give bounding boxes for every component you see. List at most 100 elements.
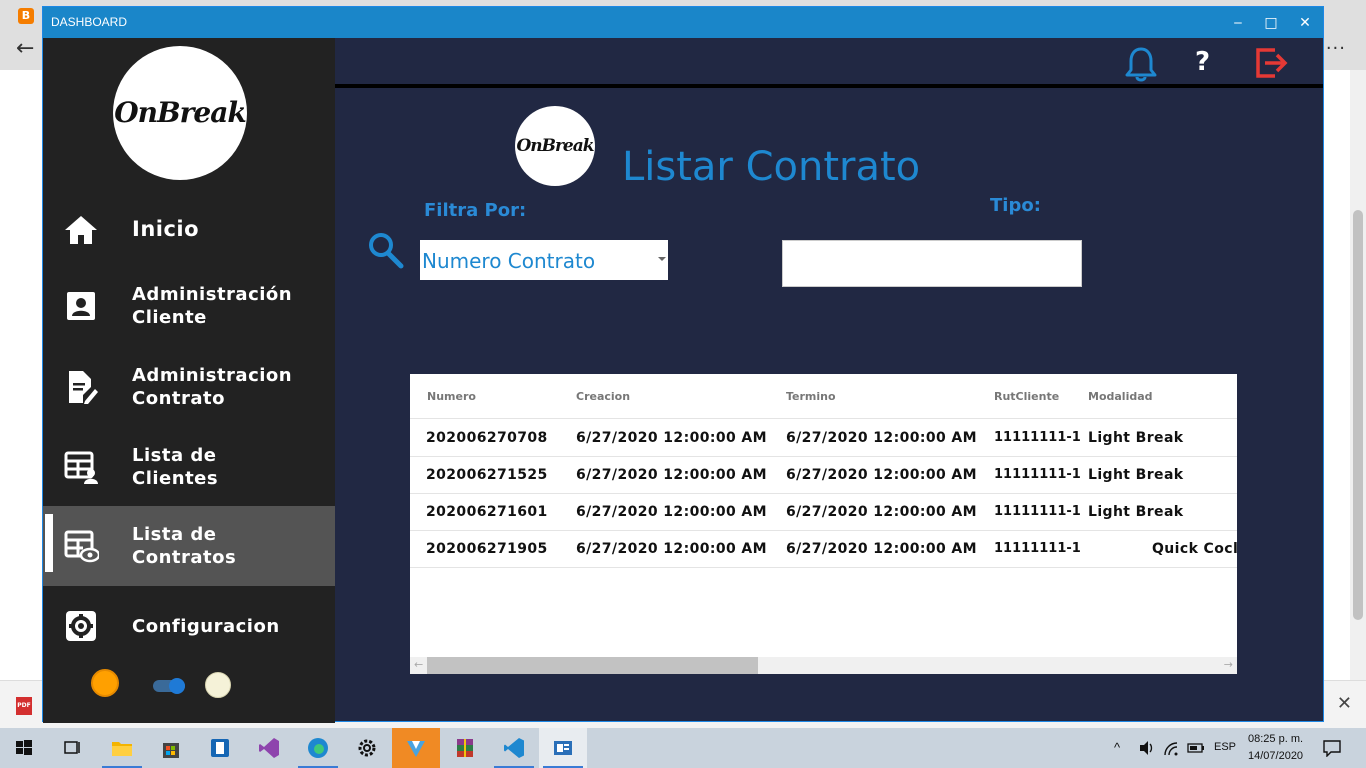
taskbar-app-blue[interactable] bbox=[196, 728, 244, 768]
scroll-right-icon[interactable]: → bbox=[1224, 658, 1233, 671]
horizontal-scrollbar-thumb[interactable] bbox=[427, 657, 758, 674]
cell-numero: 202006270708 bbox=[426, 430, 548, 446]
gear-icon bbox=[66, 611, 96, 641]
cell-rutcliente: 11111111-1 bbox=[994, 430, 1081, 445]
browser-scrollbar-thumb[interactable] bbox=[1353, 210, 1363, 620]
table-row[interactable]: 202006271905 6/27/2020 12:00:00 AM 6/27/… bbox=[410, 531, 1237, 568]
table-user-icon bbox=[64, 451, 98, 484]
scroll-left-icon[interactable]: ← bbox=[414, 658, 423, 671]
help-button[interactable]: ? bbox=[1195, 47, 1210, 77]
cell-rutcliente: 11111111-1 bbox=[994, 541, 1081, 556]
taskbar-dashboard-app[interactable] bbox=[539, 728, 587, 768]
taskbar-settings[interactable] bbox=[343, 728, 391, 768]
sidebar-item-administracion-cliente[interactable]: Administración Cliente bbox=[43, 266, 335, 346]
column-header-rutcliente[interactable]: RutCliente bbox=[994, 390, 1059, 403]
type-input[interactable] bbox=[782, 240, 1082, 287]
close-icon[interactable]: ✕ bbox=[1337, 693, 1352, 714]
app-window-icon bbox=[211, 739, 229, 757]
taskbar-vpn-app[interactable] bbox=[392, 728, 440, 768]
sidebar-item-lista-contratos[interactable]: Lista de Contratos bbox=[43, 506, 335, 586]
sidebar-item-label: Administración Cliente bbox=[132, 284, 293, 328]
cell-termino: 6/27/2020 12:00:00 AM bbox=[786, 467, 977, 483]
sidebar-item-configuracion[interactable]: Configuracion bbox=[43, 588, 335, 668]
cell-numero: 202006271905 bbox=[426, 541, 548, 557]
taskbar-file-explorer[interactable] bbox=[98, 728, 146, 768]
cell-rutcliente: 11111111-1 bbox=[994, 504, 1081, 519]
more-options-icon[interactable]: ··· bbox=[1326, 38, 1346, 59]
vpn-icon bbox=[407, 741, 425, 757]
taskbar-visual-studio[interactable] bbox=[245, 728, 293, 768]
onbreak-logo: OnBreak bbox=[113, 46, 247, 180]
active-indicator bbox=[45, 514, 53, 572]
pdf-icon[interactable]: PDF bbox=[16, 697, 32, 715]
close-button[interactable]: ✕ bbox=[1290, 12, 1320, 34]
type-label: Tipo: bbox=[990, 195, 1041, 216]
speaker-icon[interactable] bbox=[1138, 740, 1156, 756]
cell-termino: 6/27/2020 12:00:00 AM bbox=[786, 541, 977, 557]
blogger-icon: B bbox=[18, 8, 34, 24]
taskbar-edge[interactable] bbox=[294, 728, 342, 768]
wifi-icon[interactable] bbox=[1162, 740, 1180, 756]
column-header-modalidad[interactable]: Modalidad bbox=[1088, 390, 1153, 403]
cell-modalidad: Light Break bbox=[1088, 467, 1184, 483]
table-row[interactable]: 202006271525 6/27/2020 12:00:00 AM 6/27/… bbox=[410, 457, 1237, 494]
cell-numero: 202006271525 bbox=[426, 467, 548, 483]
cell-modalidad: Light Break bbox=[1088, 504, 1184, 520]
theme-toggle-knob[interactable] bbox=[169, 678, 185, 694]
folder-icon bbox=[112, 742, 132, 756]
taskbar-vscode[interactable] bbox=[490, 728, 538, 768]
table-row[interactable]: 202006271601 6/27/2020 12:00:00 AM 6/27/… bbox=[410, 494, 1237, 531]
table-eye-icon bbox=[64, 530, 99, 563]
chevron-up-icon[interactable]: ^ bbox=[1114, 740, 1120, 755]
chevron-down-icon bbox=[658, 257, 666, 261]
cell-creacion: 6/27/2020 12:00:00 AM bbox=[576, 541, 767, 557]
column-header-numero[interactable]: Numero bbox=[427, 390, 476, 403]
clock-time[interactable]: 08:25 p. m. bbox=[1248, 733, 1303, 745]
search-icon[interactable] bbox=[367, 231, 405, 271]
taskbar-winrar[interactable] bbox=[441, 728, 489, 768]
language-indicator[interactable]: ESP bbox=[1214, 741, 1236, 753]
sidebar-item-lista-clientes[interactable]: Lista de Clientes bbox=[43, 427, 335, 507]
bell-icon[interactable] bbox=[1125, 46, 1157, 82]
minimize-button[interactable]: ‒ bbox=[1223, 12, 1253, 34]
sidebar-item-label: Configuracion bbox=[132, 616, 280, 637]
store-icon bbox=[163, 743, 179, 758]
table-row[interactable]: 202006270708 6/27/2020 12:00:00 AM 6/27/… bbox=[410, 420, 1237, 457]
sidebar-item-label: Inicio bbox=[132, 217, 200, 241]
action-center-icon[interactable] bbox=[1322, 739, 1342, 757]
visual-studio-icon bbox=[259, 738, 279, 758]
horizontal-scrollbar[interactable]: ← → bbox=[410, 657, 1237, 674]
maximize-button[interactable]: □ bbox=[1256, 12, 1286, 34]
taskbar-store[interactable] bbox=[147, 728, 195, 768]
onbreak-logo-small: OnBreak bbox=[515, 106, 595, 186]
cell-numero: 202006271601 bbox=[426, 504, 548, 520]
home-icon bbox=[65, 216, 97, 244]
battery-icon[interactable] bbox=[1187, 741, 1205, 755]
sidebar-item-inicio[interactable]: Inicio bbox=[43, 190, 335, 270]
windows-taskbar: ^ ESP 08:25 p. m. 14/07/2020 bbox=[0, 728, 1366, 768]
filter-label: Filtra Por: bbox=[424, 200, 527, 221]
table-header: Numero Creacion Termino RutCliente Modal… bbox=[410, 374, 1237, 419]
gear-icon bbox=[358, 739, 376, 757]
filter-select[interactable]: Numero Contrato bbox=[420, 240, 668, 280]
title-bar: DASHBOARD ‒ □ ✕ bbox=[43, 7, 1323, 38]
edge-icon bbox=[308, 738, 328, 758]
top-bar: ? bbox=[335, 38, 1323, 88]
logout-icon[interactable] bbox=[1255, 47, 1289, 79]
cell-termino: 6/27/2020 12:00:00 AM bbox=[786, 504, 977, 520]
contracts-table[interactable]: Numero Creacion Termino RutCliente Modal… bbox=[410, 374, 1237, 674]
vscode-icon bbox=[504, 738, 524, 758]
task-view-button[interactable] bbox=[48, 728, 96, 768]
dashboard-window: DASHBOARD ‒ □ ✕ OnBreak Inicio Administr… bbox=[42, 6, 1324, 723]
column-header-termino[interactable]: Termino bbox=[786, 390, 836, 403]
document-edit-icon bbox=[69, 371, 98, 404]
back-arrow-icon[interactable]: ← bbox=[16, 36, 34, 61]
cell-rutcliente: 11111111-1 bbox=[994, 467, 1081, 482]
column-header-creacion[interactable]: Creacion bbox=[576, 390, 630, 403]
clock-date[interactable]: 14/07/2020 bbox=[1248, 750, 1303, 762]
cell-creacion: 6/27/2020 12:00:00 AM bbox=[576, 430, 767, 446]
filter-select-value: Numero Contrato bbox=[422, 249, 596, 273]
sidebar-item-administracion-contrato[interactable]: Administracion Contrato bbox=[43, 347, 335, 427]
task-view-icon bbox=[64, 741, 80, 754]
start-button[interactable] bbox=[0, 728, 48, 768]
